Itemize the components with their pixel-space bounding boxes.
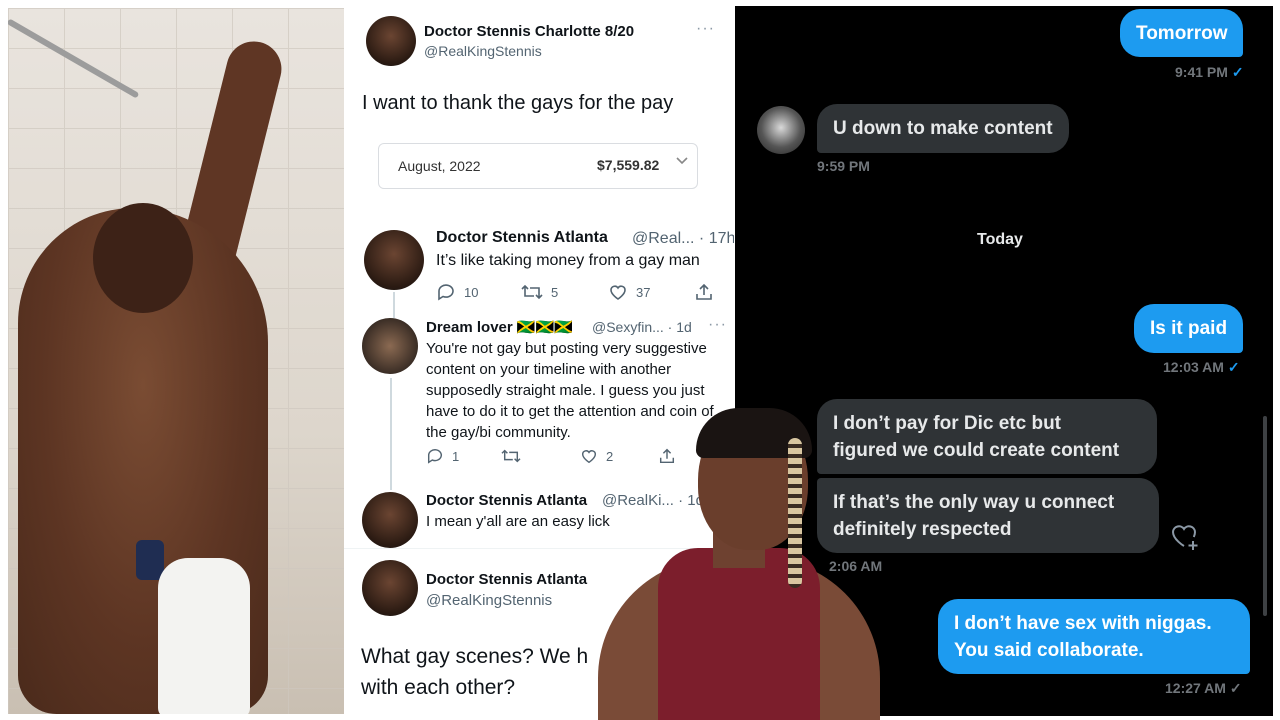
avatar[interactable]	[362, 560, 418, 616]
avatar[interactable]	[364, 230, 424, 290]
read-check-icon: ✓	[1231, 64, 1244, 80]
avatar[interactable]	[366, 16, 416, 66]
tweet-handle-time[interactable]: @Real... · 17h	[632, 230, 734, 248]
person-braid	[788, 438, 802, 588]
reply-count: 1	[452, 448, 460, 464]
tweet-author-name[interactable]: Doctor Stennis Atlanta	[426, 492, 587, 509]
message-bubble-incoming[interactable]: U down to make content	[817, 104, 1069, 153]
payout-month: August, 2022	[398, 158, 481, 174]
share-button[interactable]	[694, 282, 722, 302]
more-options-icon[interactable]: ···	[696, 20, 715, 38]
reply-icon	[427, 449, 442, 464]
retweet-icon	[501, 449, 521, 463]
message-timestamp: 9:41 PM ✓	[1175, 64, 1244, 81]
tweet-handle-time[interactable]: @Sexyfin... · 1d	[592, 319, 692, 335]
message-bubble-outgoing[interactable]: Is it paid	[1134, 304, 1244, 353]
scrollbar[interactable]	[1263, 416, 1267, 616]
chevron-down-icon	[676, 157, 688, 165]
add-reaction-icon[interactable]	[1169, 520, 1201, 552]
tweet-actions: 10 5 37	[436, 282, 726, 304]
message-bubble-outgoing[interactable]: I don’t have sex with niggas. You said c…	[938, 599, 1250, 674]
timestamp-text: 12:03 AM	[1163, 359, 1224, 375]
read-check-icon: ✓	[1229, 680, 1242, 696]
tweet-text: I mean y'all are an easy lick	[426, 513, 610, 530]
message-text: Tomorrow	[1136, 22, 1228, 44]
timestamp-text: 9:41 PM	[1175, 64, 1228, 80]
reply-count: 10	[464, 284, 479, 300]
tweet-text-line: What gay scenes? We h	[361, 645, 589, 668]
like-count: 37	[636, 284, 651, 300]
man-head	[93, 203, 193, 313]
payout-amount: $7,559.82	[597, 157, 660, 173]
tweet-text-line: with each other?	[361, 676, 516, 699]
message-text: U down to make content	[833, 118, 1053, 139]
retweet-count: 5	[551, 284, 559, 300]
more-options-icon[interactable]: ···	[708, 316, 727, 334]
message-timestamp: 9:59 PM	[817, 158, 870, 174]
tweet-text: It’s like taking money from a gay man	[436, 252, 700, 269]
heart-icon	[610, 285, 626, 300]
tweet-author-name[interactable]: Doctor Stennis Charlotte 8/20	[424, 23, 634, 40]
tweet-author-handle[interactable]: @RealKingStennis	[424, 43, 542, 59]
retweet-icon	[521, 284, 543, 300]
tweet-author-name[interactable]: Dream lover 🇯🇲🇯🇲🇯🇲	[426, 318, 573, 336]
timestamp-text: 12:27 AM	[1165, 680, 1226, 696]
avatar[interactable]	[362, 492, 418, 548]
thread-line	[393, 292, 395, 318]
retweet-button[interactable]	[501, 447, 529, 465]
reply-icon	[438, 284, 454, 301]
reply-button[interactable]: 10	[436, 282, 478, 302]
white-towel	[158, 558, 250, 714]
shower-photo	[8, 8, 344, 714]
person-cutout	[598, 408, 880, 720]
thread-line	[390, 378, 392, 490]
read-check-icon: ✓	[1227, 359, 1240, 375]
tweet-author-name[interactable]: Doctor Stennis Atlanta	[426, 571, 587, 588]
message-bubble-outgoing[interactable]: Tomorrow	[1120, 9, 1244, 57]
heart-icon	[581, 450, 597, 464]
message-timestamp: 12:27 AM ✓	[1165, 680, 1242, 697]
message-text: Is it paid	[1150, 318, 1228, 339]
tweet-text: I want to thank the gays for the pay	[362, 92, 674, 114]
message-text-line: I don’t have sex with niggas.	[954, 612, 1212, 634]
reply-button[interactable]: 1	[426, 447, 459, 465]
tweet-author-handle[interactable]: @RealKingStennis	[426, 592, 552, 609]
smartwatch	[136, 540, 164, 580]
message-timestamp: 12:03 AM ✓	[1163, 359, 1240, 376]
payout-selector[interactable]: August, 2022 $7,559.82	[378, 143, 698, 189]
contact-avatar[interactable]	[757, 106, 805, 154]
message-text-line: You said collaborate.	[954, 639, 1144, 661]
like-button[interactable]: 37	[608, 282, 650, 302]
retweet-button[interactable]: 5	[521, 282, 558, 302]
avatar[interactable]	[362, 318, 418, 374]
tweet-author-name[interactable]: Doctor Stennis Atlanta	[436, 229, 608, 247]
share-icon	[696, 283, 712, 300]
day-separator: Today	[977, 231, 1023, 248]
